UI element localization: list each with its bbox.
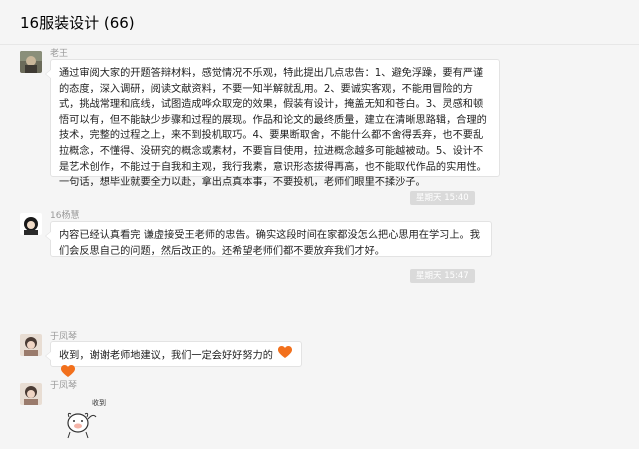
message-text: 收到，谢谢老师地建议，我们一定会好好努力的 bbox=[59, 350, 273, 362]
avatar[interactable] bbox=[20, 213, 42, 235]
chat-header: 16服装设计 (66) bbox=[0, 0, 639, 45]
avatar[interactable] bbox=[20, 334, 42, 356]
bear-sticker-icon[interactable]: 收到 bbox=[62, 396, 122, 446]
message-list[interactable]: 老王 通过审阅大家的开题答辩材料，感觉情况不乐观，特此提出几点忠告：1、避免浮躁… bbox=[0, 46, 639, 449]
avatar[interactable] bbox=[20, 51, 42, 73]
avatar[interactable] bbox=[20, 383, 42, 405]
sender-name: 16杨慧 bbox=[50, 211, 80, 221]
heart-emoji-icon bbox=[278, 346, 293, 365]
timestamp: 星期天 15:47 bbox=[410, 269, 475, 283]
group-title: 16服装设计 (66) bbox=[20, 14, 135, 32]
message-bubble[interactable]: 通过审阅大家的开题答辩材料，感觉情况不乐观，特此提出几点忠告：1、避免浮躁，要有… bbox=[45, 59, 500, 188]
sender-name: 老王 bbox=[50, 49, 69, 59]
message-bubble[interactable]: 内容已经认真看完 谦虚接受王老师的忠告。确实这段时间在家都没怎么把心思用在学习上… bbox=[45, 221, 492, 257]
message-bubble[interactable]: 收到，谢谢老师地建议，我们一定会好好努力的 bbox=[45, 341, 302, 377]
sender-name: 于凤琴 bbox=[50, 381, 78, 391]
timestamp: 星期天 15:40 bbox=[410, 191, 475, 205]
sticker-caption: 收到 bbox=[92, 398, 106, 407]
